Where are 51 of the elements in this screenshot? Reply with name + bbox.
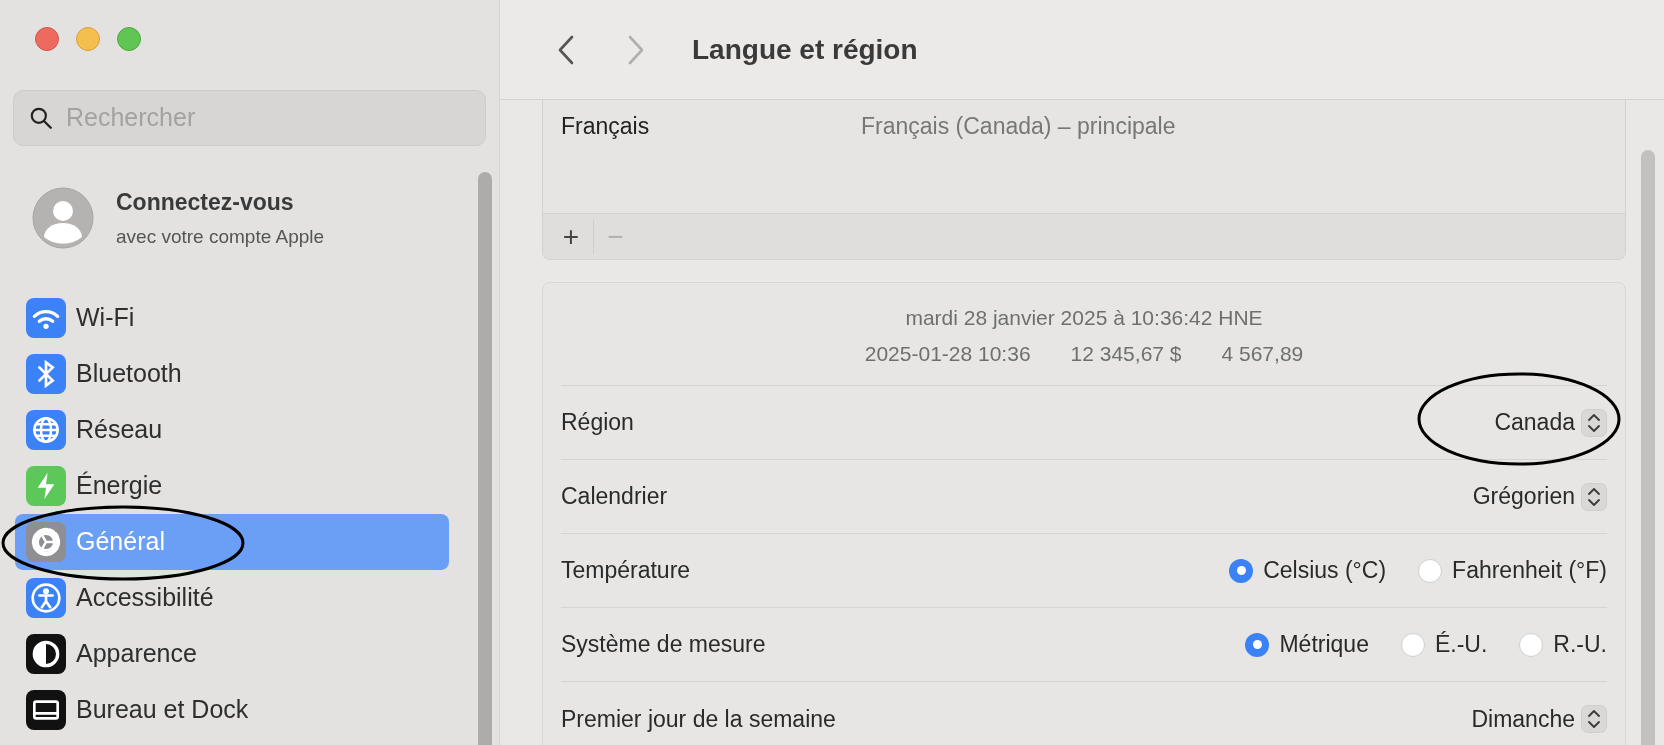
radio-button[interactable] bbox=[1229, 558, 1254, 583]
avatar-icon bbox=[32, 187, 94, 249]
setting-label: Calendrier bbox=[561, 482, 668, 512]
contrast-icon bbox=[26, 634, 66, 674]
radio-option[interactable]: Celsius (°C) bbox=[1229, 553, 1387, 588]
search-icon bbox=[28, 105, 54, 131]
add-button[interactable]: + bbox=[549, 219, 593, 254]
setting-label: Température bbox=[561, 556, 691, 586]
radio-option[interactable]: Métrique bbox=[1245, 627, 1369, 662]
format-preview: 4 567,89 bbox=[1221, 340, 1304, 367]
account-title: Connectez-vous bbox=[116, 187, 295, 217]
dock-icon bbox=[26, 690, 66, 730]
stepper-icon bbox=[1581, 482, 1607, 511]
sidebar-item[interactable]: Wi-Fi bbox=[15, 290, 449, 346]
window-title: Langue et région bbox=[692, 32, 918, 67]
close-button[interactable] bbox=[35, 27, 59, 51]
forward-icon bbox=[626, 33, 646, 66]
popup-button[interactable]: Dimanche bbox=[1471, 701, 1607, 737]
wifi-icon bbox=[26, 298, 66, 338]
sidebar-item[interactable]: Énergie bbox=[15, 458, 449, 514]
popup-button[interactable]: Grégorien bbox=[1472, 479, 1607, 514]
setting-label: Région bbox=[561, 408, 634, 438]
radio-button[interactable] bbox=[1418, 558, 1443, 583]
bluetooth-icon bbox=[26, 354, 66, 394]
radio-option[interactable]: R.-U. bbox=[1519, 627, 1607, 662]
sidebar-item[interactable]: Réseau bbox=[15, 402, 449, 458]
sidebar-item[interactable]: Apparence bbox=[15, 626, 449, 682]
sidebar-item[interactable]: Bureau et Dock bbox=[15, 682, 449, 738]
gear-icon bbox=[26, 522, 66, 562]
radio-button[interactable] bbox=[1400, 632, 1425, 657]
format-preview: 2025-01-28 10:36 bbox=[864, 340, 1031, 367]
radio-button[interactable] bbox=[1245, 632, 1270, 657]
radio-option[interactable]: Fahrenheit (°F) bbox=[1418, 553, 1607, 588]
language-row[interactable]: Français Français (Canada) – principale bbox=[543, 100, 1625, 152]
sidebar-item[interactable]: Bluetooth bbox=[15, 346, 449, 402]
setting-label: Premier jour de la semaine bbox=[561, 704, 836, 734]
accessibility-icon bbox=[26, 578, 66, 618]
stepper-icon bbox=[1581, 408, 1607, 437]
zoom-button[interactable] bbox=[117, 27, 141, 51]
date-preview: mardi 28 janvier 2025 à 10:36:42 HNE bbox=[905, 305, 1263, 331]
setting-label: Système de mesure bbox=[561, 630, 766, 660]
stepper-icon bbox=[1581, 705, 1607, 733]
minimize-button[interactable] bbox=[76, 27, 100, 51]
back-icon bbox=[556, 33, 576, 66]
globe-icon bbox=[26, 410, 66, 450]
lightning-icon bbox=[26, 466, 66, 506]
account-subtitle: avec votre compte Apple bbox=[116, 225, 325, 249]
format-preview: 12 345,67 $ bbox=[1070, 340, 1182, 367]
sidebar-item[interactable]: Accessibilité bbox=[15, 570, 449, 626]
radio-option[interactable]: É.-U. bbox=[1400, 627, 1488, 662]
radio-button[interactable] bbox=[1519, 632, 1544, 657]
